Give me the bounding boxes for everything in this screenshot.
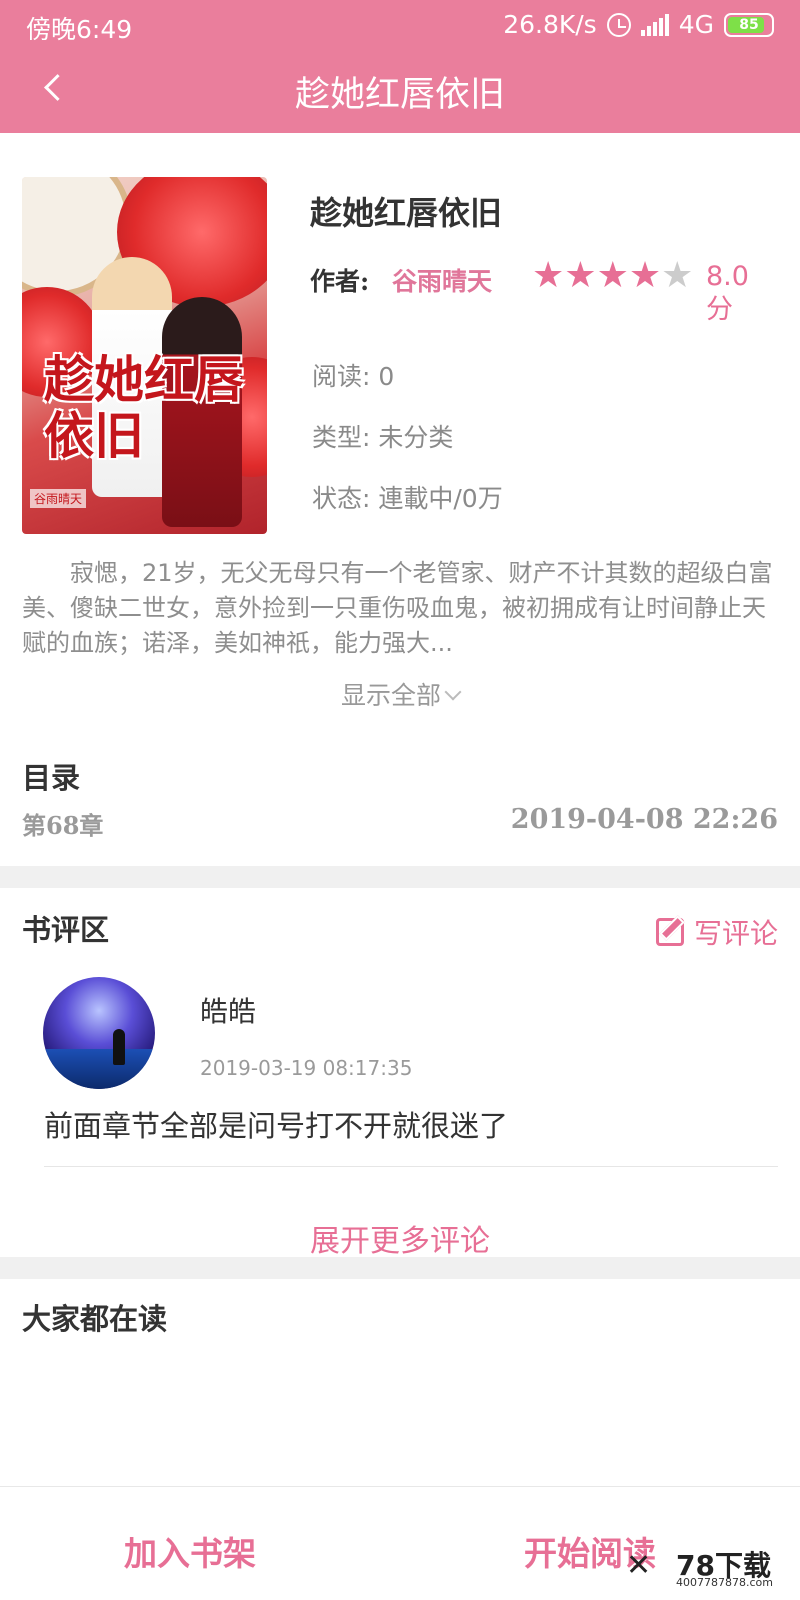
book-description: 寂愢，21岁，无父无母只有一个老管家、财产不计其数的超级白富美、傻缺二世女，意外…: [22, 559, 773, 657]
app-header: 傍晚6:49 26.8K/s 4G 85 趁她红唇依旧: [0, 0, 800, 133]
show-all-label: 显示全部: [340, 681, 441, 710]
write-comment-label: 写评论: [693, 917, 778, 950]
chevron-down-icon: [444, 683, 462, 701]
edit-icon: [655, 918, 684, 946]
signal-icon: [640, 13, 669, 36]
section-divider: [0, 866, 800, 888]
avatar[interactable]: [43, 977, 155, 1089]
more-comments-button[interactable]: 展开更多评论: [0, 1216, 800, 1260]
cover-author: 谷雨晴天: [30, 489, 87, 508]
comment-divider: [44, 1166, 778, 1167]
latest-chapter[interactable]: 第68章: [22, 806, 103, 841]
show-all-button[interactable]: 显示全部: [0, 676, 800, 712]
watermark-url: 4007787878.com: [676, 1576, 773, 1589]
star-icon: ★: [532, 255, 565, 296]
update-time: 2019-04-08 22:26: [510, 804, 778, 835]
network-type: 4G: [678, 10, 714, 39]
comment-username: 皓皓: [200, 995, 257, 1028]
watermark-logo: ✕ 78下载 4007787878.com: [626, 1544, 786, 1592]
book-category: 类型: 未分类: [312, 423, 454, 452]
write-comment-button[interactable]: 写评论: [655, 912, 778, 952]
star-icon: ★: [596, 255, 629, 296]
star-icon: ★: [661, 255, 694, 296]
battery-level: 85: [739, 16, 759, 33]
cover-title: 趁她红唇依旧: [44, 350, 244, 465]
book-title: 趁她红唇依旧: [310, 194, 503, 232]
comment-time: 2019-03-19 08:17:35: [200, 1056, 413, 1080]
rating-stars: ★ ★ ★ ★ ★: [532, 256, 693, 296]
book-status: 状态: 連載中/0万: [312, 484, 503, 513]
section-divider: [0, 1257, 800, 1279]
battery-icon: 85: [724, 12, 774, 37]
alarm-icon: [606, 12, 631, 37]
recommend-title: 大家都在读: [22, 1302, 168, 1336]
rating-score: 8.0分: [706, 261, 749, 325]
page-title: 趁她红唇依旧: [294, 75, 505, 115]
book-cover[interactable]: 趁她红唇依旧 谷雨晴天: [22, 177, 267, 534]
author-name[interactable]: 谷雨晴天: [392, 262, 492, 298]
comments-title: 书评区: [22, 913, 110, 947]
network-speed: 26.8K/s: [503, 10, 597, 39]
status-time: 傍晚6:49: [26, 15, 133, 44]
add-to-shelf-button[interactable]: 加入书架: [124, 1527, 256, 1575]
star-icon: ★: [564, 255, 597, 296]
directory-title: 目录: [22, 761, 81, 795]
star-icon: ★: [628, 255, 662, 296]
read-count: 阅读: 0: [312, 362, 395, 391]
status-bar: 傍晚6:49 26.8K/s 4G 85: [0, 0, 800, 52]
x-logo-icon: ✕: [626, 1548, 652, 1583]
author-row: 作者: 谷雨晴天 ★ ★ ★ ★ ★ 8.0分: [310, 256, 780, 342]
status-indicators: 26.8K/s 4G 85: [503, 10, 774, 39]
bottom-action-bar: 加入书架 开始阅读 ✕ 78下载 4007787878.com: [0, 1486, 800, 1600]
comment-text: 前面章节全部是问号打不开就很迷了: [44, 1109, 509, 1143]
author-label: 作者:: [310, 267, 370, 296]
